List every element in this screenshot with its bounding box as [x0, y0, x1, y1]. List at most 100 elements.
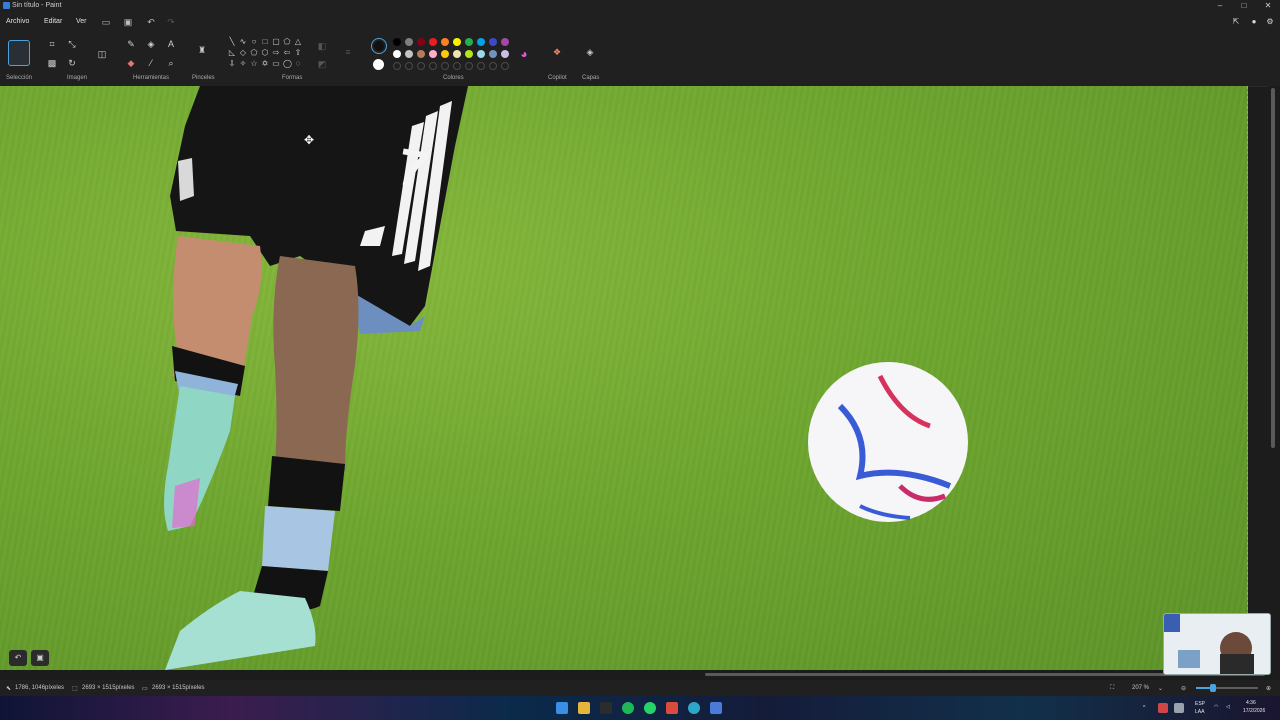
palette-swatch[interactable] [429, 38, 437, 46]
four-point-star-shape-icon[interactable]: ✧ [239, 60, 247, 68]
line-shape-icon[interactable]: ╲ [228, 38, 236, 46]
spotify-icon[interactable] [622, 702, 634, 714]
up-arrow-shape-icon[interactable]: ⇧ [294, 49, 302, 57]
tray-chevron-icon[interactable]: ^ [1143, 705, 1145, 711]
pencil-icon[interactable]: ✎ [125, 38, 137, 50]
menu-view[interactable]: Ver [76, 18, 87, 25]
custom-color-slot[interactable] [465, 62, 473, 70]
account-icon[interactable]: ● [1249, 17, 1259, 27]
rotate-icon[interactable]: ↻ [66, 57, 78, 69]
vertical-scrollbar[interactable] [1268, 86, 1280, 670]
palette-swatch[interactable] [441, 50, 449, 58]
palette-swatch[interactable] [405, 50, 413, 58]
triangle-shape-icon[interactable]: △ [294, 38, 302, 46]
palette-swatch[interactable] [501, 50, 509, 58]
left-arrow-shape-icon[interactable]: ⇦ [283, 49, 291, 57]
tray-app-icon[interactable] [1158, 703, 1168, 713]
color-picker-icon[interactable]: ⁄ [145, 57, 157, 69]
custom-color-slot[interactable] [417, 62, 425, 70]
outline-icon[interactable]: ◧ [316, 40, 328, 52]
cloud-callout-shape-icon[interactable]: ◌ [294, 60, 302, 68]
eraser-icon[interactable]: ◆ [125, 57, 137, 69]
palette-swatch[interactable] [393, 50, 401, 58]
fit-to-window-icon[interactable]: ⛶ [1110, 685, 1114, 692]
volume-icon[interactable]: ◁ [1226, 704, 1230, 710]
oval-callout-shape-icon[interactable]: ◯ [283, 60, 292, 68]
custom-color-slot[interactable] [405, 62, 413, 70]
edit-colors-icon[interactable]: ◕ [518, 48, 530, 60]
zoom-slider[interactable] [1196, 684, 1258, 692]
down-arrow-shape-icon[interactable]: ⇩ [228, 60, 236, 68]
minimize-button[interactable]: – [1208, 0, 1232, 12]
curve-shape-icon[interactable]: ∿ [239, 38, 247, 46]
image-creator-float-icon[interactable]: ▣ [31, 650, 49, 666]
layers-icon[interactable]: ◈ [584, 46, 596, 58]
selection-tool-button[interactable] [8, 40, 30, 66]
palette-swatch[interactable] [417, 38, 425, 46]
menu-edit[interactable]: Editar [44, 18, 62, 25]
diamond-shape-icon[interactable]: ◇ [239, 49, 247, 57]
zoom-out-icon[interactable]: ⊖ [1181, 685, 1186, 692]
right-arrow-shape-icon[interactable]: ⇨ [272, 49, 280, 57]
hexagon-shape-icon[interactable]: ⬡ [261, 49, 269, 57]
polygon-shape-icon[interactable]: ⬠ [283, 38, 291, 46]
clock-date[interactable]: 17/2/2026 [1243, 708, 1265, 714]
copilot-icon[interactable]: ❖ [551, 46, 563, 58]
close-button[interactable]: ✕ [1256, 0, 1280, 12]
settings-icon[interactable]: ⚙ [1265, 17, 1275, 27]
start-icon[interactable] [556, 702, 568, 714]
drawing-canvas[interactable]: 7 ✥ [0, 86, 1248, 670]
palette-swatch[interactable] [405, 38, 413, 46]
fill-icon[interactable]: ◈ [145, 38, 157, 50]
palette-swatch[interactable] [453, 50, 461, 58]
file-explorer-icon[interactable] [578, 702, 590, 714]
palette-swatch[interactable] [489, 38, 497, 46]
six-point-star-shape-icon[interactable]: ✡ [261, 60, 269, 68]
fill-style-icon[interactable]: ◩ [316, 58, 328, 70]
image-remove-bg-icon[interactable]: ▩ [46, 57, 58, 69]
redo-icon[interactable]: ↷ [165, 16, 177, 28]
palette-swatch[interactable] [477, 50, 485, 58]
palette-swatch[interactable] [489, 50, 497, 58]
vertical-scroll-thumb[interactable] [1271, 88, 1275, 448]
callout-shape-icon[interactable]: ▭ [272, 60, 280, 68]
mail-icon[interactable] [666, 702, 678, 714]
horizontal-scrollbar[interactable] [0, 670, 1268, 680]
crop-icon[interactable]: ⌗ [46, 38, 58, 50]
rectangle-shape-icon[interactable]: □ [261, 38, 269, 46]
zoom-level[interactable]: 207 % [1132, 685, 1149, 691]
undo-icon[interactable]: ↶ [145, 16, 157, 28]
palette-swatch[interactable] [501, 38, 509, 46]
zoom-slider-knob[interactable] [1209, 684, 1216, 692]
tray-app-icon-2[interactable] [1174, 703, 1184, 713]
edge-icon[interactable] [688, 702, 700, 714]
custom-color-slot[interactable] [477, 62, 485, 70]
paint-taskbar-icon[interactable] [710, 702, 722, 714]
save-icon[interactable]: ▭ [100, 16, 112, 28]
palette-swatch[interactable] [465, 50, 473, 58]
palette-swatch[interactable] [441, 38, 449, 46]
palette-swatch[interactable] [477, 38, 485, 46]
oval-shape-icon[interactable]: ○ [250, 38, 258, 46]
custom-color-slot[interactable] [501, 62, 509, 70]
custom-color-slot[interactable] [453, 62, 461, 70]
palette-swatch[interactable] [417, 50, 425, 58]
size-icon[interactable]: ≡ [342, 46, 354, 58]
custom-color-slot[interactable] [393, 62, 401, 70]
palette-swatch[interactable] [393, 38, 401, 46]
right-triangle-shape-icon[interactable]: ◺ [228, 49, 236, 57]
magnifier-icon[interactable]: ⌕ [165, 57, 177, 69]
palette-swatch[interactable] [453, 38, 461, 46]
zoom-in-icon[interactable]: ⊕ [1266, 685, 1271, 692]
wifi-icon[interactable]: ◠ [1214, 704, 1218, 710]
rounded-rectangle-shape-icon[interactable]: ▢ [272, 38, 280, 46]
custom-color-slot[interactable] [429, 62, 437, 70]
share-icon[interactable]: ⇱ [1231, 17, 1241, 27]
custom-color-slot[interactable] [441, 62, 449, 70]
language-layout[interactable]: LAA [1195, 709, 1204, 715]
brush-icon[interactable]: ♜ [196, 44, 208, 56]
clock-time[interactable]: 4:36 [1246, 700, 1256, 706]
text-icon[interactable]: A [165, 38, 177, 50]
palette-swatch[interactable] [429, 50, 437, 58]
maximize-button[interactable]: □ [1232, 0, 1256, 12]
